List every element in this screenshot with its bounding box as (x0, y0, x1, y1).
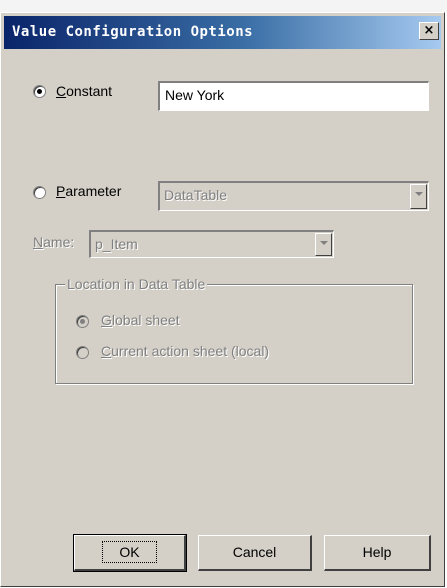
parameter-name-value: p_Item (95, 236, 138, 252)
parameter-name-dropdown[interactable]: p_Item (89, 230, 334, 258)
parameter-mnemonic: P (56, 183, 66, 199)
constant-label-text: onstant (66, 83, 113, 99)
parameter-label[interactable]: Parameter (56, 183, 121, 199)
constant-value-input[interactable]: New York (158, 81, 429, 111)
ok-button[interactable]: OK (73, 534, 187, 572)
ok-button-label: OK (102, 541, 157, 563)
global-sheet-radio[interactable] (76, 315, 89, 328)
global-label-text: lobal sheet (111, 312, 180, 328)
close-button[interactable]: × (419, 22, 439, 40)
dialog-title: Value Configuration Options (12, 24, 254, 40)
parameter-radio[interactable] (33, 186, 46, 199)
parameter-type-dropdown[interactable]: DataTable (158, 181, 429, 211)
background-window-strip (0, 0, 447, 12)
help-button-label: Help (362, 544, 392, 560)
chevron-down-icon[interactable] (315, 233, 332, 256)
current-label-text: urrent action sheet (local) (111, 343, 270, 359)
name-label-text: ame: (43, 234, 75, 250)
current-action-sheet-label[interactable]: Current action sheet (local) (101, 343, 269, 359)
name-label: Name: (33, 234, 74, 250)
value-configuration-dialog: Value Configuration Options × Constant N… (0, 12, 445, 587)
title-bar[interactable]: Value Configuration Options × (4, 16, 441, 49)
constant-mnemonic: C (56, 83, 67, 99)
current-mnemonic: C (101, 343, 112, 359)
chevron-down-icon[interactable] (410, 184, 427, 209)
constant-radio[interactable] (33, 85, 46, 98)
help-button[interactable]: Help (324, 535, 431, 571)
global-mnemonic: G (101, 312, 112, 328)
current-action-sheet-radio[interactable] (76, 346, 89, 359)
name-mnemonic: N (33, 234, 44, 250)
global-sheet-label[interactable]: Global sheet (101, 312, 180, 328)
cancel-button-label: Cancel (232, 544, 277, 560)
cancel-button[interactable]: Cancel (198, 535, 312, 571)
location-groupbox (55, 284, 413, 384)
constant-value-text: New York (165, 87, 225, 103)
constant-label[interactable]: Constant (56, 83, 112, 99)
parameter-type-value: DataTable (164, 187, 228, 203)
parameter-label-text: arameter (65, 183, 122, 199)
close-icon: × (423, 23, 435, 38)
location-group-legend: Location in Data Table (65, 276, 208, 292)
